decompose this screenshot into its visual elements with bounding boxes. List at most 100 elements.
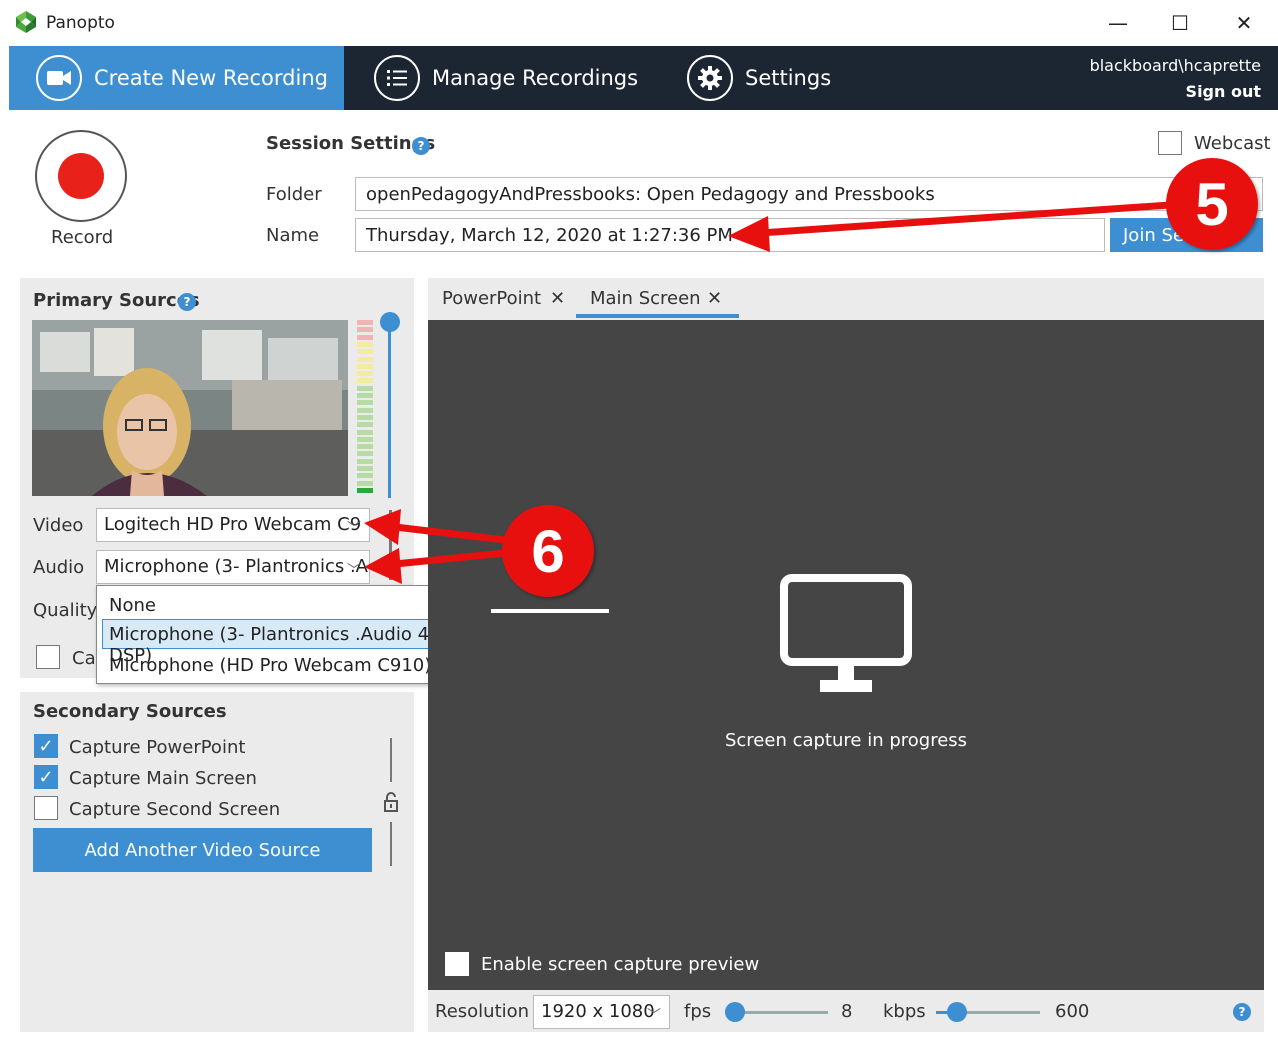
user-info: blackboard\hcaprette Sign out [1090, 53, 1261, 105]
close-button[interactable]: ✕ [1219, 6, 1269, 40]
resolution-select[interactable]: 1920 x 1080 ﹀ [533, 995, 670, 1029]
meter-segment [357, 334, 373, 340]
meter-segment [357, 356, 373, 362]
help-icon[interactable]: ? [412, 137, 430, 155]
fps-label: fps [684, 1001, 712, 1022]
capture-powerpoint-checkbox[interactable]: ✓ [34, 734, 58, 758]
window-title: Panopto [46, 13, 115, 33]
close-icon[interactable]: ✕ [707, 288, 722, 309]
help-icon[interactable]: ? [178, 293, 196, 311]
meter-segment [357, 400, 373, 406]
maximize-button[interactable]: ☐ [1155, 6, 1205, 40]
webcast-checkbox[interactable] [1158, 131, 1182, 155]
volume-slider-knob[interactable] [380, 312, 400, 332]
meter-segment [357, 480, 373, 486]
fps-slider-knob[interactable] [725, 1002, 745, 1022]
close-icon[interactable]: ✕ [550, 288, 565, 309]
meter-segment [357, 341, 373, 347]
quality-label: Quality [33, 600, 98, 621]
divider [390, 822, 392, 866]
meter-segment [357, 385, 373, 391]
meter-segment [357, 349, 373, 355]
audio-level-meter [357, 320, 373, 496]
meter-segment [357, 378, 373, 384]
capture-main-screen-label: Capture Main Screen [69, 768, 257, 789]
divider [390, 738, 392, 782]
kbps-label: kbps [883, 1001, 926, 1022]
nav-create-label: Create New Recording [94, 66, 328, 90]
enable-preview-checkbox[interactable] [445, 952, 469, 976]
dropdown-option-webcam-mic[interactable]: Microphone (HD Pro Webcam C910) [109, 655, 431, 676]
add-video-source-button[interactable]: Add Another Video Source [33, 828, 372, 872]
meter-segment [357, 444, 373, 450]
tab-powerpoint[interactable]: PowerPoint [442, 288, 541, 309]
chevron-down-icon: ﹀ [647, 1008, 661, 1024]
webcam-preview [32, 320, 348, 496]
meter-segment [357, 487, 373, 493]
meter-segment [357, 473, 373, 479]
list-icon [374, 55, 420, 101]
audio-label: Audio [33, 557, 85, 578]
kbps-slider-knob[interactable] [947, 1002, 967, 1022]
meter-segment [357, 458, 373, 464]
meter-segment [357, 393, 373, 398]
record-dot-icon [58, 153, 104, 199]
monitor-icon [780, 574, 912, 692]
secondary-sources-title: Secondary Sources [33, 701, 227, 722]
meter-segment [357, 327, 373, 333]
dropdown-option-none[interactable]: None [109, 595, 156, 616]
capture-second-screen-checkbox[interactable] [34, 796, 58, 820]
resolution-label: Resolution [435, 1001, 530, 1022]
capture-second-screen-label: Capture Second Screen [69, 799, 281, 820]
meter-segment [357, 466, 373, 471]
active-tab-indicator [576, 314, 739, 318]
panopto-logo-icon [16, 11, 36, 33]
meter-segment [357, 451, 373, 457]
name-field[interactable]: Thursday, March 12, 2020 at 1:27:36 PM [355, 218, 1105, 252]
title-bar [0, 0, 1278, 46]
nav-settings-label: Settings [745, 66, 832, 90]
sign-out-link[interactable]: Sign out [1090, 79, 1261, 105]
meter-segment [357, 429, 373, 435]
meter-segment [357, 407, 373, 413]
meter-segment [357, 320, 373, 325]
screen-capture-status: Screen capture in progress [724, 730, 968, 751]
folder-field[interactable]: openPedagogyAndPressbooks: Open Pedagogy… [355, 177, 1263, 211]
help-icon[interactable]: ? [1233, 1003, 1251, 1021]
lock-icon[interactable] [383, 792, 399, 812]
record-label: Record [51, 227, 114, 248]
video-label: Video [33, 515, 84, 536]
enable-preview-label: Enable screen capture preview [481, 954, 760, 975]
divider [389, 510, 392, 580]
capture-powerpoint-label: Capture PowerPoint [69, 737, 246, 758]
nav-create-recording[interactable]: Create New Recording [9, 46, 344, 110]
meter-segment [357, 436, 373, 442]
audio-dropdown-list: None Microphone (3- Plantronics .Audio 4… [96, 585, 474, 684]
nav-manage-recordings[interactable]: Manage Recordings [374, 55, 638, 101]
kbps-value: 600 [1055, 1001, 1090, 1022]
webcast-label: Webcast [1194, 133, 1271, 154]
name-label: Name [266, 225, 320, 246]
fps-value: 8 [841, 1001, 853, 1022]
annotation-badge-6: 6 [502, 505, 594, 597]
video-select[interactable]: Logitech HD Pro Webcam C9 ﹀ [96, 508, 370, 542]
meter-segment [357, 363, 373, 369]
session-settings-title: Session Settings [266, 133, 436, 154]
meter-segment [357, 371, 373, 377]
video-camera-icon [36, 55, 82, 101]
meter-segment [357, 414, 373, 420]
capture-main-screen-checkbox[interactable]: ✓ [34, 765, 58, 789]
nav-manage-label: Manage Recordings [432, 66, 639, 90]
folder-label: Folder [266, 184, 322, 205]
nav-settings[interactable]: Settings [687, 55, 831, 101]
volume-slider-track[interactable] [388, 322, 391, 498]
chevron-down-icon: ﹀ [347, 563, 361, 579]
tab-main-screen[interactable]: Main Screen [590, 288, 701, 309]
chevron-down-icon: ﹀ [347, 521, 361, 537]
video-select-value: Logitech HD Pro Webcam C9 [104, 514, 362, 535]
audio-select[interactable]: Microphone (3- Plantronics .A ﹀ [96, 550, 370, 584]
meter-segment [357, 422, 373, 428]
audio-select-value: Microphone (3- Plantronics .A [104, 556, 368, 577]
minimize-button[interactable]: — [1093, 6, 1143, 40]
capture-checkbox[interactable] [36, 645, 60, 669]
